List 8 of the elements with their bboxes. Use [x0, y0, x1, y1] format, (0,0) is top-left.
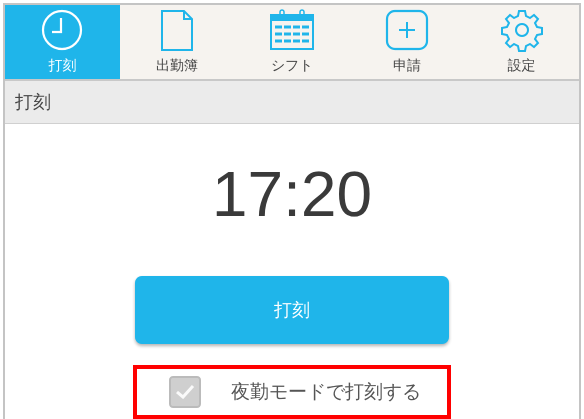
nav-tab[interactable]: 設定: [464, 5, 579, 80]
page-title: 打刻: [15, 90, 51, 115]
checkbox-label: 夜勤モードで打刻する: [231, 380, 421, 405]
nav-tab[interactable]: シフト: [234, 5, 350, 80]
nav-tab[interactable]: 申請: [349, 5, 464, 80]
check-icon: [175, 384, 195, 400]
clock-time: 17:20: [212, 162, 372, 226]
nav-tab[interactable]: 出勤簿: [120, 5, 235, 80]
